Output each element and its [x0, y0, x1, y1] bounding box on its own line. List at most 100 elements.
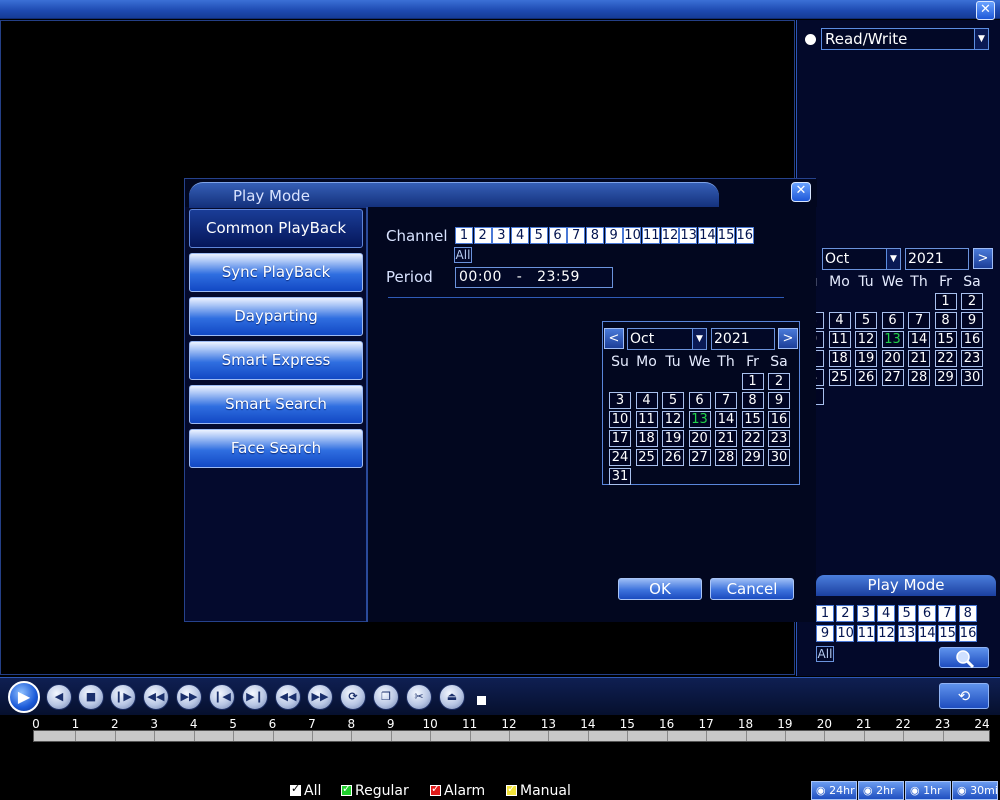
- previous-button[interactable]: ❙◀: [209, 684, 235, 710]
- channel-checkbox[interactable]: 15: [716, 227, 735, 244]
- channel-checkbox[interactable]: 8: [585, 227, 604, 244]
- calendar-day[interactable]: 15: [741, 411, 764, 428]
- year-select[interactable]: 2021: [711, 328, 775, 350]
- legend-item[interactable]: ✓ Alarm: [430, 782, 485, 799]
- windows-button[interactable]: ❐: [373, 684, 399, 710]
- stop-button[interactable]: ■: [78, 684, 104, 710]
- calendar-day[interactable]: 26: [855, 369, 877, 386]
- calendar-day[interactable]: 27: [881, 369, 904, 386]
- close-icon[interactable]: ✕: [976, 1, 995, 20]
- side-channel-checkbox[interactable]: 13: [897, 625, 916, 642]
- calendar-day[interactable]: 5: [855, 312, 877, 329]
- calendar-day[interactable]: 19: [662, 430, 684, 447]
- calendar-day[interactable]: 4: [635, 392, 658, 409]
- calendar-day[interactable]: 9: [961, 312, 983, 329]
- all-channels-button[interactable]: All: [454, 247, 472, 263]
- close-icon[interactable]: ✕: [791, 182, 811, 202]
- calendar-day[interactable]: 6: [688, 392, 711, 409]
- side-channel-checkbox[interactable]: 3: [856, 605, 875, 622]
- side-channel-checkbox[interactable]: 10: [836, 625, 855, 642]
- menu-item[interactable]: Sync PlayBack: [189, 253, 363, 292]
- step-frame-button[interactable]: ❙▶: [110, 684, 136, 710]
- calendar-day[interactable]: 1: [934, 293, 957, 310]
- play-button[interactable]: ▶: [8, 681, 40, 713]
- search-button[interactable]: [939, 647, 989, 669]
- calendar-day[interactable]: 8: [741, 392, 764, 409]
- calendar-day[interactable]: 12: [855, 331, 877, 348]
- next-file-button[interactable]: ▶▶: [307, 684, 333, 710]
- rewind-button[interactable]: ◀◀: [143, 684, 169, 710]
- menu-item[interactable]: Common PlayBack: [189, 209, 363, 248]
- calendar-day[interactable]: 27: [688, 449, 711, 466]
- calendar-day[interactable]: 25: [635, 449, 658, 466]
- ok-button[interactable]: OK: [618, 578, 702, 600]
- calendar-day[interactable]: 30: [768, 449, 790, 466]
- legend-item[interactable]: ✓ Manual: [506, 782, 571, 799]
- previous-file-button[interactable]: ◀◀: [275, 684, 301, 710]
- calendar-day[interactable]: 1: [741, 373, 764, 390]
- channel-checkbox[interactable]: 7: [567, 227, 586, 244]
- calendar-day[interactable]: 6: [881, 312, 904, 329]
- next-month-button[interactable]: >: [973, 248, 993, 269]
- clip-button[interactable]: ✂: [406, 684, 432, 710]
- side-channel-checkbox[interactable]: 2: [836, 605, 855, 622]
- range-button[interactable]: ◉ 2hr: [858, 781, 904, 800]
- year-select[interactable]: 2021: [905, 248, 969, 270]
- calendar-day[interactable]: 4: [828, 312, 851, 329]
- side-channel-checkbox[interactable]: 11: [856, 625, 875, 642]
- calendar-day[interactable]: 21: [715, 430, 737, 447]
- calendar-day[interactable]: 25: [828, 369, 851, 386]
- menu-item[interactable]: Smart Express: [189, 341, 363, 380]
- calendar-day[interactable]: 10: [609, 411, 631, 428]
- calendar-day[interactable]: 22: [934, 350, 957, 367]
- calendar-day[interactable]: 5: [662, 392, 684, 409]
- calendar-day[interactable]: 12: [662, 411, 684, 428]
- refresh-button[interactable]: ⟲: [939, 683, 989, 709]
- channel-checkbox[interactable]: 1: [455, 227, 473, 244]
- calendar-day[interactable]: 11: [635, 411, 658, 428]
- calendar-day[interactable]: 16: [768, 411, 790, 428]
- calendar-day[interactable]: 22: [741, 430, 764, 447]
- fast-forward-button[interactable]: ▶▶: [176, 684, 202, 710]
- calendar-day[interactable]: 3: [609, 392, 631, 409]
- calendar-day[interactable]: 28: [908, 369, 930, 386]
- mode-select[interactable]: Read/Write ▼: [821, 28, 989, 50]
- side-channel-checkbox[interactable]: 15: [938, 625, 957, 642]
- calendar-day[interactable]: 11: [828, 331, 851, 348]
- loop-button[interactable]: ⟳: [340, 684, 366, 710]
- calendar-day[interactable]: 7: [908, 312, 930, 329]
- month-select[interactable]: Oct ▼: [627, 328, 707, 350]
- cancel-button[interactable]: Cancel: [710, 578, 794, 600]
- side-channel-checkbox[interactable]: 16: [958, 625, 977, 642]
- legend-checkbox[interactable]: ✓: [506, 782, 517, 796]
- reverse-play-button[interactable]: ◀: [46, 684, 72, 710]
- menu-item[interactable]: Dayparting: [189, 297, 363, 336]
- range-button[interactable]: ◉ 30mi: [952, 781, 998, 800]
- calendar-day[interactable]: 15: [934, 331, 957, 348]
- side-channel-checkbox[interactable]: 7: [938, 605, 957, 622]
- calendar-day[interactable]: 21: [908, 350, 930, 367]
- side-channel-checkbox[interactable]: 14: [918, 625, 936, 642]
- calendar-day[interactable]: 13: [688, 411, 711, 428]
- side-channel-checkbox[interactable]: 12: [877, 625, 896, 642]
- calendar-day[interactable]: 20: [688, 430, 711, 447]
- legend-checkbox[interactable]: ✓: [430, 782, 441, 796]
- side-channel-checkbox[interactable]: 5: [897, 605, 916, 622]
- calendar-day[interactable]: 18: [635, 430, 658, 447]
- calendar-day[interactable]: 9: [768, 392, 790, 409]
- calendar-day[interactable]: 20: [881, 350, 904, 367]
- range-button[interactable]: ◉ 24hr: [811, 781, 857, 800]
- side-channel-checkbox[interactable]: 9: [816, 625, 834, 642]
- channel-checkbox[interactable]: 12: [660, 227, 679, 244]
- legend-item[interactable]: ✓ Regular: [341, 782, 409, 799]
- calendar-day[interactable]: 26: [662, 449, 684, 466]
- calendar-day[interactable]: 2: [961, 293, 983, 310]
- calendar-day[interactable]: 23: [961, 350, 983, 367]
- legend-item[interactable]: ✓ All: [290, 782, 321, 799]
- channel-checkbox[interactable]: 13: [679, 227, 698, 244]
- mode-radio[interactable]: [805, 34, 816, 45]
- calendar-day[interactable]: 14: [715, 411, 737, 428]
- calendar-day[interactable]: 31: [609, 468, 631, 485]
- calendar-day[interactable]: 2: [768, 373, 790, 390]
- side-channel-checkbox[interactable]: 1: [816, 605, 834, 622]
